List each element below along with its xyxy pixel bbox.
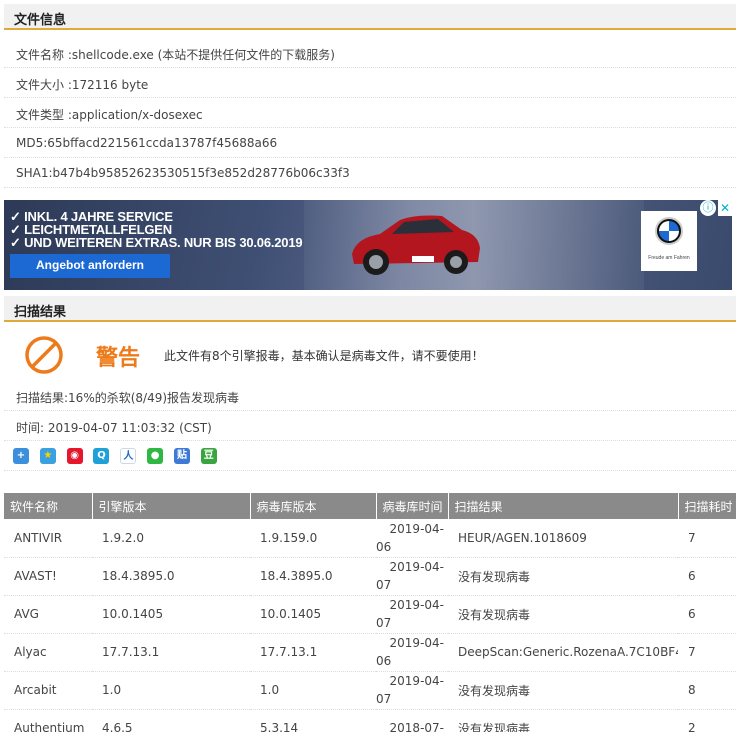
scan-duration-cell: 8 (678, 671, 736, 710)
table-header-row: 软件名称 引擎版本 病毒库版本 病毒库时间 扫描结果 扫描耗时 (4, 493, 737, 519)
db-time-line-2: 07 (376, 616, 392, 630)
column-header-db-version: 病毒库版本 (250, 493, 377, 519)
scan-duration-cell: 6 (678, 595, 736, 634)
software-name-cell: Alyac (4, 633, 92, 672)
db-time-line-2: 06 (376, 654, 392, 668)
tieba-icon[interactable]: 贴 (173, 448, 190, 464)
db-time-cell: 2019-04- 07 (376, 557, 448, 596)
column-header-db-time: 病毒库时间 (376, 493, 449, 519)
scan-summary: 扫描结果:16%的杀软(8/49)报告发现病毒 (4, 381, 736, 411)
db-time-cell: 2019-04- 07 (376, 595, 448, 634)
engine-version-cell: 1.0 (92, 671, 250, 710)
engine-version-cell: 18.4.3895.0 (92, 557, 250, 596)
table-row: AVG 10.0.1405 10.0.1405 2019-04- 07 没有发现病毒 6 (4, 595, 736, 634)
scan-result-cell: 没有发现病毒 (448, 709, 678, 732)
db-version-cell: 5.3.14 (250, 709, 376, 732)
db-version-cell: 1.9.159.0 (250, 519, 376, 558)
table-row: ANTIVIR 1.9.2.0 1.9.159.0 2019-04- 06 HEUR/AG… (4, 519, 736, 558)
db-time-line-2: 07 (376, 692, 392, 706)
table-row: AVAST! 18.4.3895.0 18.4.3895.0 2019-04- 07 没有… (4, 557, 736, 596)
db-time-line-1: 2019-04- (389, 521, 444, 536)
qq-icon[interactable]: Q (93, 448, 110, 464)
column-header-engine-version: 引擎版本 (92, 493, 251, 519)
scan-result-cell: DeepScan:Generic.RozenaA.7C10BF45 (448, 633, 678, 672)
db-time-line-1: 2019-04- (389, 598, 444, 612)
scan-result-cell: 没有发现病毒 (448, 557, 678, 596)
scan-duration-cell: 7 (678, 519, 736, 558)
db-time-line-1: 2019-04- (389, 560, 444, 574)
renren-icon[interactable]: 人 (120, 448, 137, 464)
weibo-icon[interactable]: ◉ (66, 448, 83, 464)
db-time-cell: 2019-04- 06 (376, 519, 448, 558)
file-size-row: 文件大小 :172116 byte (4, 68, 736, 98)
engine-version-cell: 10.0.1405 (92, 595, 250, 634)
db-time-cell: 2019-04- 06 (376, 633, 448, 672)
column-header-duration: 扫描耗时 (678, 493, 737, 519)
douban-icon[interactable]: 豆 (200, 448, 217, 464)
software-name-cell: AVG (4, 595, 92, 634)
ad-line-3: ✓ UND WEITEREN EXTRAS. NUR BIS 30.06.201… (10, 235, 303, 250)
db-time-cell: 2018-07- (376, 709, 448, 732)
scan-duration-cell: 6 (678, 557, 736, 596)
db-time-cell: 2019-04- 07 (376, 671, 448, 710)
db-time-line-1: 2019-04- (389, 674, 444, 688)
column-header-result: 扫描结果 (448, 493, 679, 519)
table-row: Alyac 17.7.13.1 17.7.13.1 2019-04- 06 DeepSca… (4, 633, 736, 672)
software-name-cell: AVAST! (4, 557, 92, 596)
scan-duration-cell: 2 (678, 709, 736, 732)
share-bar: + ★ ◉ Q 人 ● 贴 豆 (4, 441, 736, 471)
db-time-line-2: 07 (376, 578, 392, 592)
db-version-cell: 10.0.1405 (250, 595, 376, 634)
scan-results-table: 软件名称 引擎版本 病毒库版本 病毒库时间 扫描结果 扫描耗时 ANTIVIR 1… (4, 493, 737, 732)
table-row: Authentium 4.6.5 5.3.14 2018-07- 没有发现病毒 2 (4, 709, 736, 732)
ad-close-icon[interactable]: ✕ (718, 200, 732, 216)
bmw-logo (655, 217, 683, 245)
scan-duration-cell: 7 (678, 633, 736, 672)
engine-version-cell: 4.6.5 (92, 709, 250, 732)
ad-cta-button[interactable]: Angebot anfordern (10, 254, 170, 278)
db-time-line-1: 2019-04- (389, 636, 444, 650)
wechat-icon[interactable]: ● (147, 448, 164, 464)
scan-result-cell: 没有发现病毒 (448, 595, 678, 634)
car-image (352, 215, 480, 275)
warning-message: 此文件有8个引擎报毒，基本确认是病毒文件，请不要使用！ (164, 349, 484, 363)
table-row: Arcabit 1.0 1.0 2019-04- 07 没有发现病毒 8 (4, 671, 736, 710)
scan-result-header: 扫描结果 (4, 296, 736, 322)
engine-version-cell: 17.7.13.1 (92, 633, 250, 672)
db-version-cell: 18.4.3895.0 (250, 557, 376, 596)
bmw-brand-box: Freude am Fahren (641, 211, 697, 271)
file-type-row: 文件类型 :application/x-dosexec (4, 98, 736, 128)
bmw-tagline: Freude am Fahren (648, 255, 690, 261)
engine-version-cell: 1.9.2.0 (92, 519, 250, 558)
column-header-software: 软件名称 (4, 493, 93, 519)
ad-banner[interactable]: ✓ INKL. 4 JAHRE SERVICE ✓ LEICHTMETALLFE… (4, 200, 732, 290)
db-version-cell: 1.0 (250, 671, 376, 710)
scan-result-cell: 没有发现病毒 (448, 671, 678, 710)
db-time-line-2: 06 (376, 539, 392, 554)
software-name-cell: ANTIVIR (4, 519, 92, 558)
file-name-row: 文件名称 :shellcode.exe (本站不提供任何文件的下载服务) (4, 38, 736, 68)
sha1-row: SHA1:b47b4b95852623530515f3e852d28776b06… (4, 158, 736, 188)
db-time-line-1: 2018-07- (389, 721, 444, 732)
ad-info-icon[interactable]: ⓘ (700, 200, 716, 216)
star-share-icon[interactable]: ★ (39, 448, 56, 464)
prohibited-icon (25, 336, 63, 374)
software-name-cell: Authentium (4, 709, 92, 732)
plus-share-icon[interactable]: + (13, 448, 29, 464)
scan-time: 时间: 2019-04-07 11:03:32 (CST) (4, 411, 736, 441)
scan-result-cell: HEUR/AGEN.1018609 (448, 519, 678, 558)
file-info-header: 文件信息 (4, 4, 736, 30)
warning-title: 警告 (96, 346, 141, 371)
db-version-cell: 17.7.13.1 (250, 633, 376, 672)
software-name-cell: Arcabit (4, 671, 92, 710)
table-body: ANTIVIR 1.9.2.0 1.9.159.0 2019-04- 06 HEUR/AG… (4, 519, 736, 732)
md5-row: MD5:65bffacd221561ccda13787f45688a66 (4, 128, 736, 158)
